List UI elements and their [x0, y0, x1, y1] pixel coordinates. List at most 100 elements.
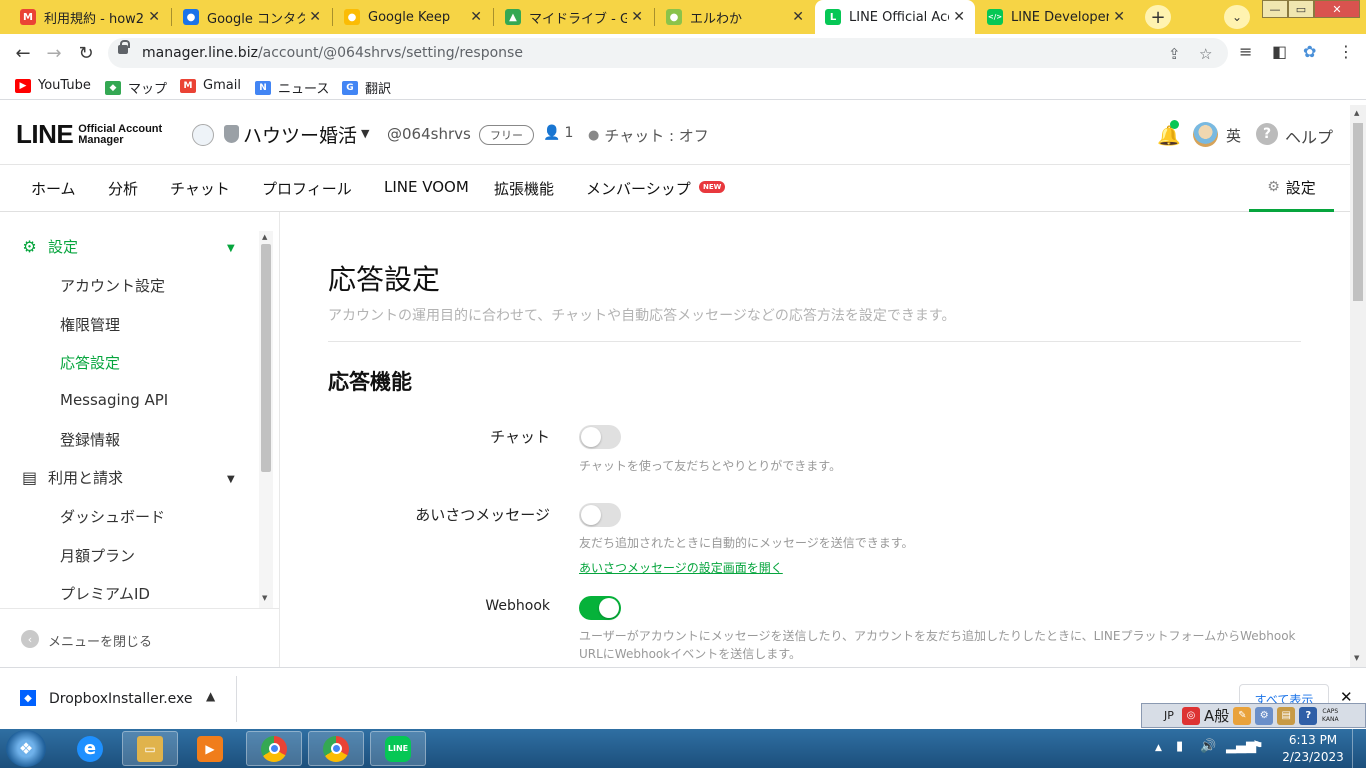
- bookmark-translate[interactable]: G 翻訳: [342, 78, 391, 97]
- tab-gmail[interactable]: M 利用規約 - how2 ✕: [10, 0, 170, 34]
- tab-eruwaka[interactable]: ● エルわか ✕: [656, 0, 814, 34]
- close-tab-icon[interactable]: ✕: [792, 9, 804, 25]
- taskbar-media-player[interactable]: ▶: [182, 731, 238, 766]
- maximize-button[interactable]: ▭: [1288, 0, 1314, 18]
- sidebar-item-messaging-api[interactable]: Messaging API: [60, 391, 168, 409]
- chevron-up-icon[interactable]: ▲: [206, 689, 215, 703]
- bookmark-youtube[interactable]: ▶ YouTube: [15, 78, 91, 93]
- ime-tool-icon[interactable]: ⚙: [1255, 706, 1274, 725]
- bookmark-news[interactable]: N ニュース: [255, 78, 329, 97]
- chevron-left-icon[interactable]: ‹: [21, 630, 39, 648]
- greeting-settings-link[interactable]: あいさつメッセージの設定画面を開く: [579, 559, 783, 576]
- close-tab-icon[interactable]: ✕: [470, 9, 482, 25]
- system-clock[interactable]: 6:13 PM 2/23/2023: [1278, 732, 1348, 766]
- volume-icon[interactable]: 🔊: [1200, 739, 1216, 754]
- nav-analytics[interactable]: 分析: [108, 178, 138, 199]
- page-scrollbar-thumb[interactable]: [1353, 123, 1363, 301]
- tab-my-drive[interactable]: ▲ マイドライブ - G ✕: [495, 0, 653, 34]
- page-scrollbar[interactable]: ▲ ▼: [1350, 105, 1366, 667]
- tray-device-icon[interactable]: ▮: [1176, 739, 1183, 754]
- forward-arrow-icon[interactable]: →: [43, 42, 65, 64]
- new-tab-button[interactable]: +: [1145, 5, 1171, 29]
- ime-help-icon[interactable]: ?: [1299, 706, 1318, 725]
- taskbar-chrome-2[interactable]: [308, 731, 364, 766]
- sidebar-item-monthly-plan[interactable]: 月額プラン: [60, 545, 135, 566]
- scroll-up-arrow-icon[interactable]: ▲: [262, 233, 267, 241]
- sidebar-item-response-settings[interactable]: 応答設定: [60, 352, 120, 373]
- close-tab-icon[interactable]: ✕: [148, 9, 160, 25]
- show-desktop-button[interactable]: [1352, 729, 1366, 768]
- nav-profile[interactable]: プロフィール: [262, 178, 352, 199]
- back-arrow-icon[interactable]: ←: [12, 42, 34, 64]
- greeting-message-toggle[interactable]: [579, 503, 621, 527]
- sidebar-item-premium-id[interactable]: プレミアムID: [60, 583, 150, 604]
- help-link[interactable]: ヘルプ: [1285, 124, 1333, 148]
- bookmark-gmail[interactable]: M Gmail: [180, 78, 241, 93]
- sidebar-section-settings[interactable]: ⚙ 設定: [20, 236, 78, 257]
- line-oam-logo[interactable]: LINE Official Account Manager: [16, 119, 162, 150]
- nav-membership[interactable]: メンバーシップ: [586, 178, 691, 199]
- taskbar-chrome-1[interactable]: [246, 731, 302, 766]
- tab-google-keep[interactable]: ● Google Keep ✕: [334, 0, 492, 34]
- ime-dict-icon[interactable]: ▤: [1277, 706, 1296, 725]
- scroll-up-arrow-icon[interactable]: ▲: [1354, 109, 1359, 117]
- chat-status[interactable]: ● チャット : オフ: [588, 125, 709, 146]
- webhook-toggle[interactable]: [579, 596, 621, 620]
- action-center-icon[interactable]: ⚑: [1252, 739, 1264, 754]
- lock-icon[interactable]: [118, 40, 130, 54]
- reading-list-icon[interactable]: ≡: [1239, 42, 1252, 61]
- address-bar[interactable]: manager.line.biz/account/@064shrvs/setti…: [108, 38, 1228, 68]
- sidebar-item-account-settings[interactable]: アカウント設定: [60, 275, 165, 296]
- sidebar-item-dashboard[interactable]: ダッシュボード: [60, 506, 165, 527]
- member-count[interactable]: 👤 1: [543, 125, 573, 141]
- profile-icon[interactable]: ✿: [1303, 42, 1316, 61]
- nav-settings[interactable]: ⚙ 設定: [1249, 165, 1334, 212]
- download-filename[interactable]: DropboxInstaller.exe: [49, 691, 193, 707]
- taskbar-internet-explorer[interactable]: e: [62, 731, 118, 766]
- help-icon[interactable]: ?: [1256, 123, 1278, 145]
- sidebar-section-billing[interactable]: ▤ 利用と請求: [20, 467, 123, 488]
- close-tab-icon[interactable]: ✕: [953, 9, 965, 25]
- scroll-down-arrow-icon[interactable]: ▼: [262, 594, 267, 602]
- start-button[interactable]: ❖: [6, 730, 46, 767]
- close-menu-button[interactable]: メニューを閉じる: [48, 631, 152, 650]
- close-window-button[interactable]: ✕: [1314, 0, 1360, 18]
- chevron-down-icon[interactable]: ▼: [361, 127, 369, 140]
- bookmark-star-icon[interactable]: ☆: [1199, 45, 1212, 63]
- account-name[interactable]: ハウツー婚活: [243, 121, 357, 148]
- account-avatar[interactable]: [192, 124, 214, 146]
- taskbar-line[interactable]: LINE: [370, 731, 426, 766]
- nav-extensions[interactable]: 拡張機能: [494, 178, 554, 199]
- bookmark-maps[interactable]: ◆ マップ: [105, 78, 167, 97]
- ime-mode[interactable]: A般: [1204, 707, 1229, 726]
- sidebar-item-permissions[interactable]: 権限管理: [60, 314, 120, 335]
- close-tab-icon[interactable]: ✕: [309, 9, 321, 25]
- show-hidden-icons-icon[interactable]: ▲: [1155, 743, 1162, 753]
- url-text[interactable]: manager.line.biz/account/@064shrvs/setti…: [142, 45, 523, 61]
- share-icon[interactable]: ⇪: [1168, 45, 1181, 63]
- tab-line-developers[interactable]: </> LINE Developers ✕: [977, 0, 1135, 34]
- caret-down-icon[interactable]: ▼: [227, 243, 235, 254]
- tab-google-contacts[interactable]: ● Google コンタク ✕: [173, 0, 331, 34]
- reload-icon[interactable]: ↻: [75, 42, 97, 64]
- language-switch[interactable]: 英: [1226, 125, 1241, 146]
- tab-line-official-account[interactable]: L LINE Official Acc ✕: [815, 0, 975, 34]
- tab-search-button[interactable]: ⌄: [1224, 5, 1250, 29]
- sidebar-scrollbar-thumb[interactable]: [261, 244, 271, 472]
- ime-language[interactable]: JP: [1160, 707, 1178, 725]
- nav-home[interactable]: ホーム: [31, 178, 76, 199]
- nav-chat[interactable]: チャット: [170, 178, 230, 199]
- side-panel-icon[interactable]: ◧: [1272, 42, 1287, 61]
- chrome-menu-icon[interactable]: ⋮: [1338, 42, 1354, 61]
- minimize-button[interactable]: —: [1262, 0, 1288, 18]
- caret-down-icon[interactable]: ▼: [227, 474, 235, 485]
- close-tab-icon[interactable]: ✕: [631, 9, 643, 25]
- sidebar-item-registration-info[interactable]: 登録情報: [60, 429, 120, 450]
- taskbar-explorer[interactable]: ▭: [122, 731, 178, 766]
- nav-line-voom[interactable]: LINE VOOM: [384, 178, 469, 196]
- chat-toggle[interactable]: [579, 425, 621, 449]
- close-tab-icon[interactable]: ✕: [1113, 9, 1125, 25]
- ime-icon[interactable]: ◎: [1182, 706, 1200, 725]
- ime-pad-icon[interactable]: ✎: [1233, 706, 1252, 725]
- scroll-down-arrow-icon[interactable]: ▼: [1354, 654, 1359, 662]
